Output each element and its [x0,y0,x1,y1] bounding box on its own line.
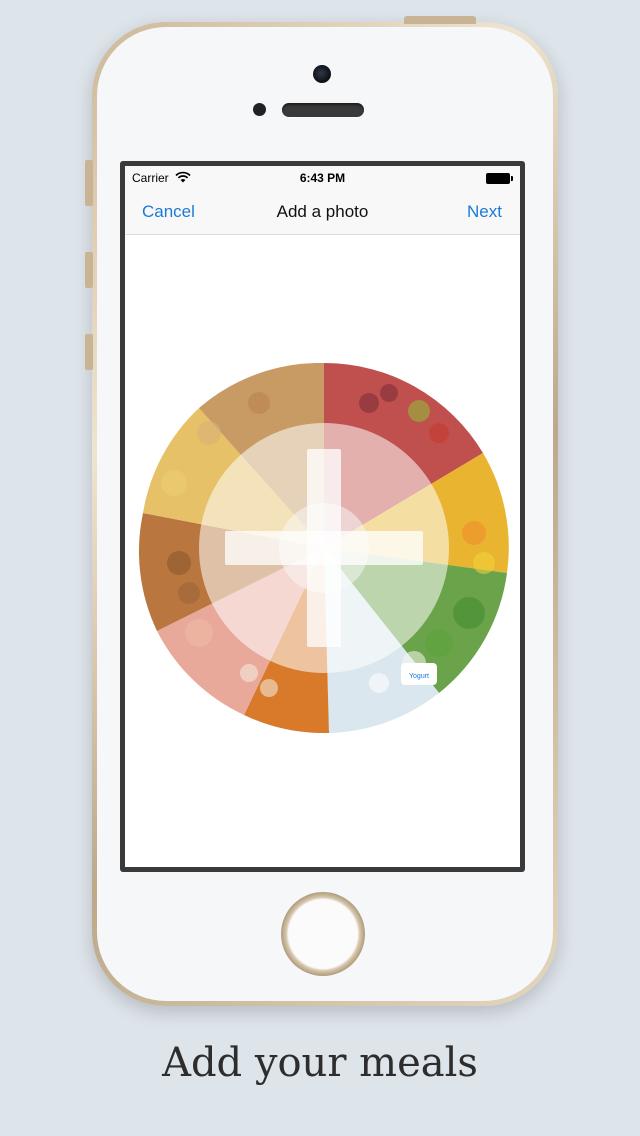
earpiece-speaker [282,103,364,117]
mute-switch [85,160,93,206]
app-display: Carrier 6:43 PM Cancel Add a photo Next [125,166,520,867]
volume-down-button [85,334,93,370]
battery-icon [486,173,513,184]
page-title: Add a photo [276,202,369,221]
status-bar: Carrier 6:43 PM [125,166,520,190]
volume-up-button [85,252,93,288]
caption-text: Add your meals [162,1040,478,1086]
proximity-sensor [253,103,266,116]
front-camera [313,65,331,83]
status-time: 6:43 PM [299,171,346,185]
next-button[interactable]: Next [467,202,502,222]
phone-screen: Carrier 6:43 PM Cancel Add a photo Next [120,161,525,872]
add-photo-plus-icon[interactable] [199,423,449,673]
power-button [404,16,476,24]
navigation-bar: Cancel Add a photo Next [125,190,520,235]
yogurt-label: Yogurt [409,673,429,680]
food-wheel-image[interactable]: Yogurt [139,363,509,733]
photo-area[interactable]: Yogurt [125,235,520,867]
home-button[interactable] [281,892,365,976]
